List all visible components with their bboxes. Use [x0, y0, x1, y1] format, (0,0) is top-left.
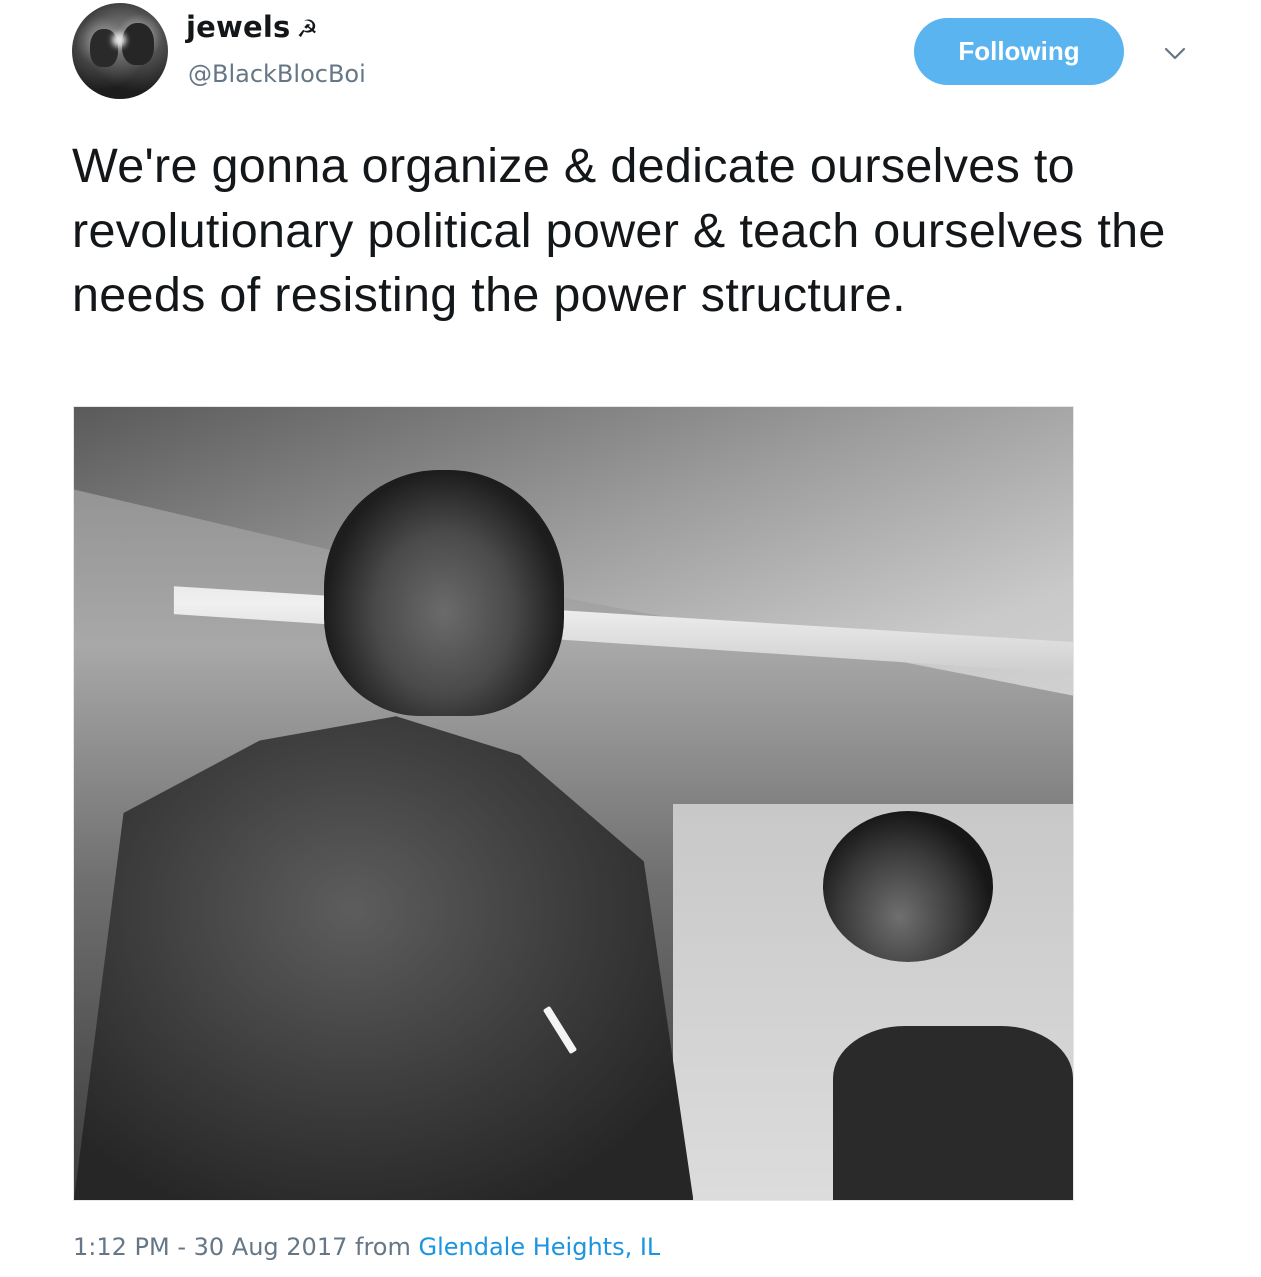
photo-man-head	[323, 470, 564, 717]
tweet-meta: 1:12 PM - 30 Aug 2017 from Glendale Heig…	[73, 1233, 660, 1261]
tweet-photo[interactable]	[73, 406, 1074, 1201]
hammer-sickle-icon: ☭	[296, 15, 319, 43]
photo-woman-body	[833, 1025, 1073, 1200]
photo-woman-head	[823, 811, 994, 963]
avatar[interactable]	[72, 3, 168, 99]
from-label: from	[355, 1233, 411, 1261]
tweet-timestamp[interactable]: 1:12 PM - 30 Aug 2017	[73, 1233, 347, 1261]
location-link[interactable]: Glendale Heights, IL	[419, 1233, 661, 1261]
photo-man-body	[74, 716, 694, 1200]
display-name-text: jewels	[186, 10, 291, 44]
author-handle[interactable]: @BlackBlocBoi	[188, 60, 366, 88]
following-button[interactable]: Following	[914, 18, 1124, 85]
author-display-name[interactable]: jewels ☭	[186, 10, 318, 44]
tweet-text: We're gonna organize & dedicate ourselve…	[72, 139, 1166, 322]
chevron-down-icon[interactable]	[1160, 38, 1190, 68]
